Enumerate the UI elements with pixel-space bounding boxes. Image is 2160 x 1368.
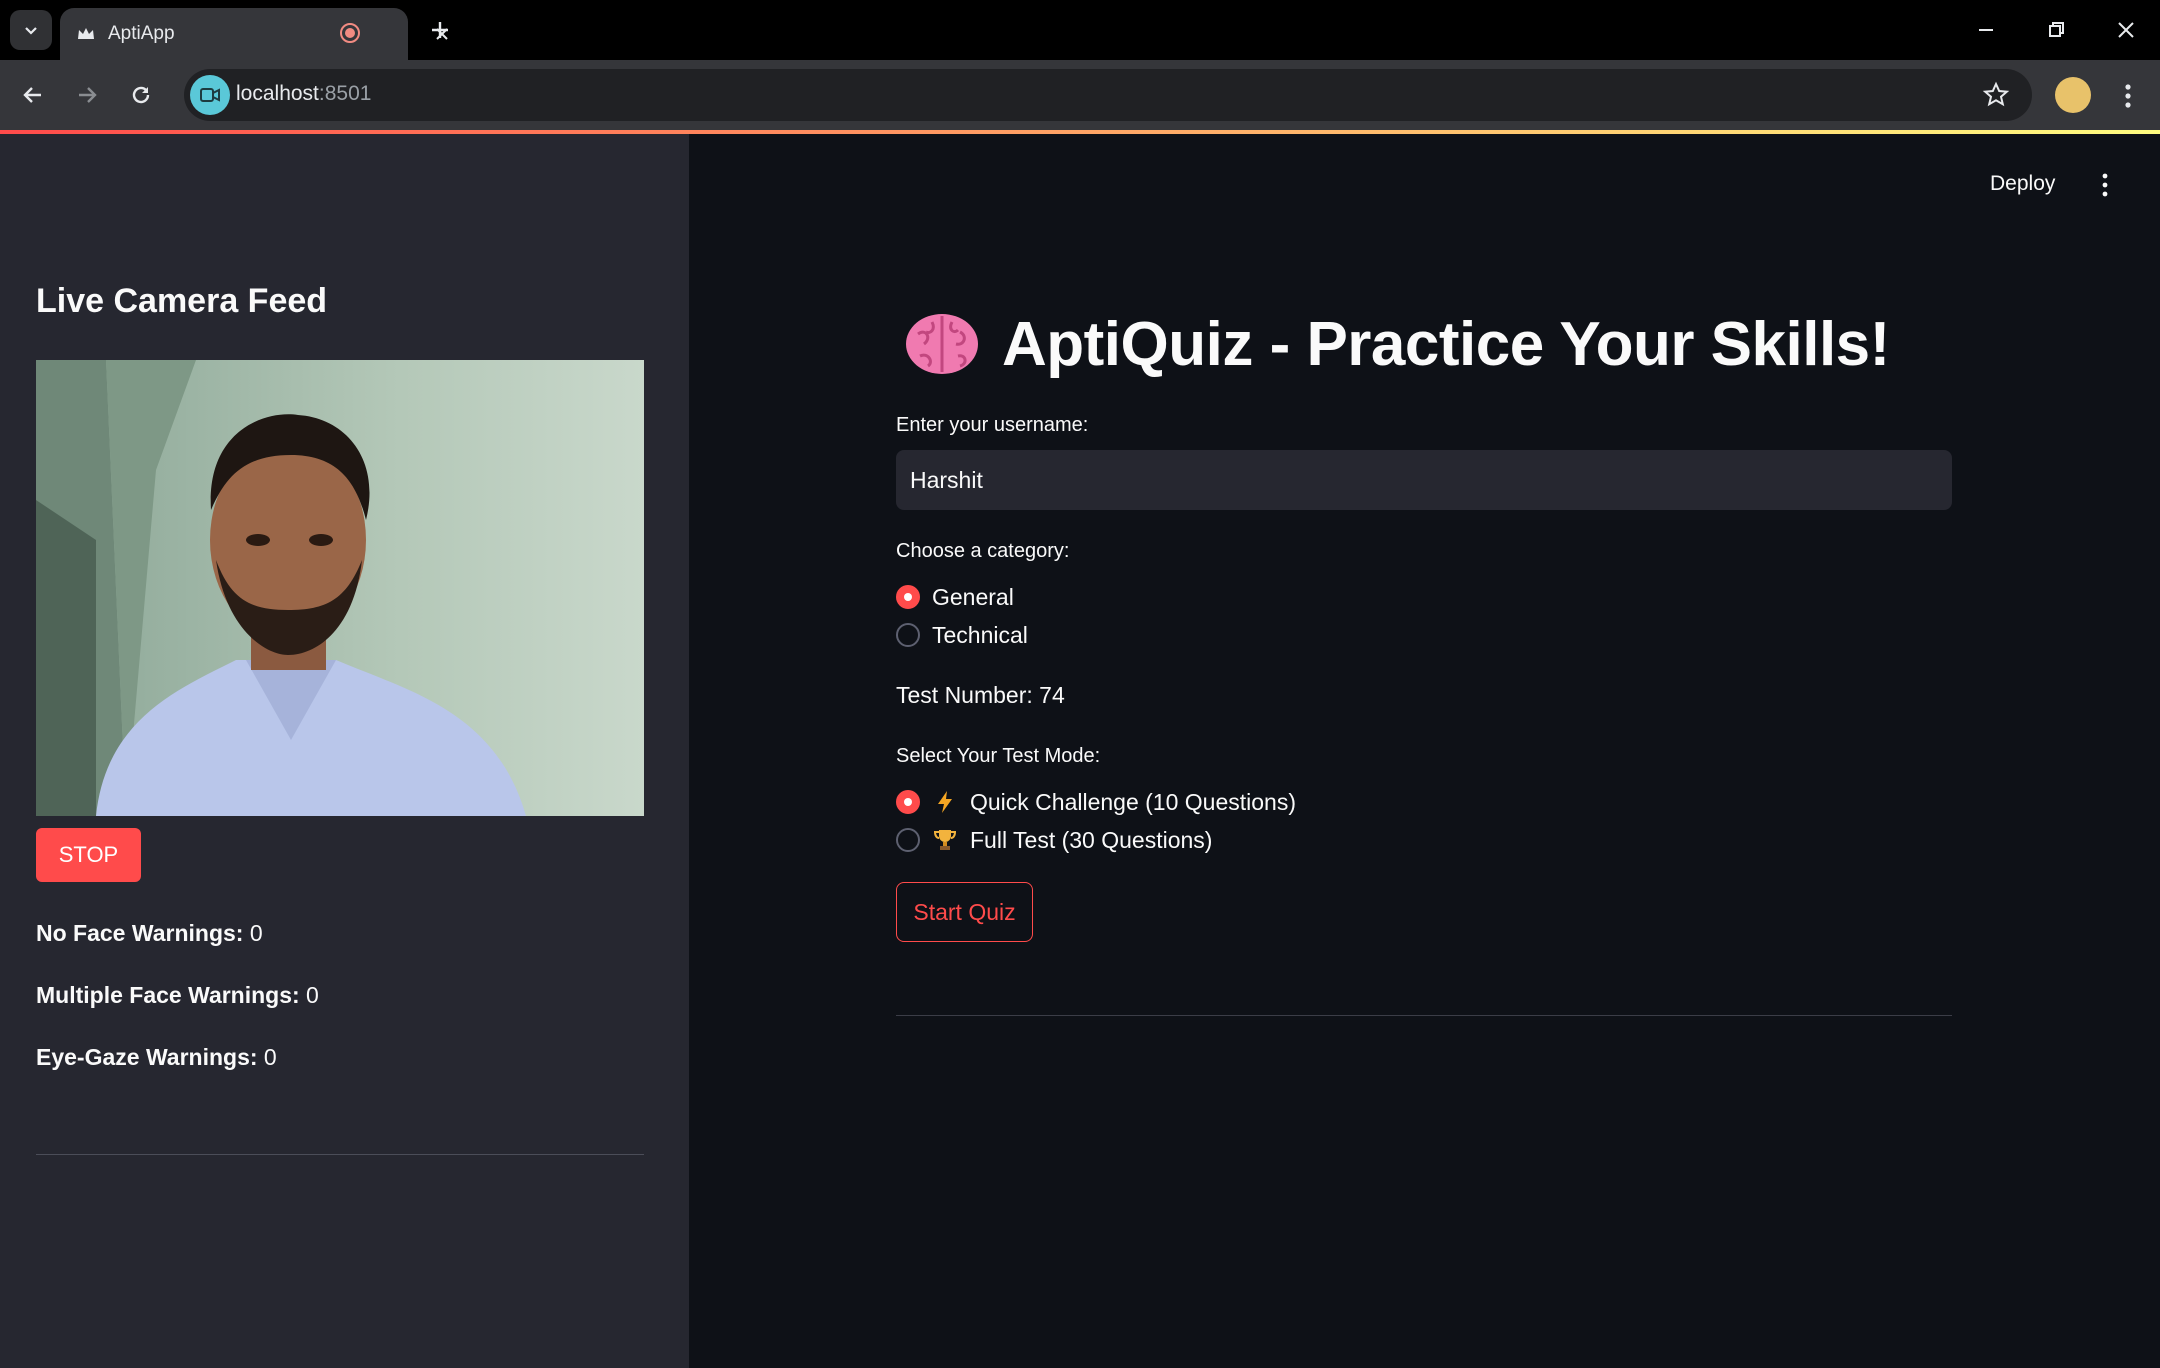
site-info-button[interactable] [190, 75, 230, 115]
tab-search-button[interactable] [10, 10, 52, 50]
tab-title: AptiApp [108, 23, 175, 44]
username-label: Enter your username: [896, 414, 1089, 436]
radio-unselected-icon[interactable] [896, 623, 920, 647]
page-title-row: AptiQuiz - Practice Your Skills! [902, 304, 1890, 384]
radio-label: Quick Challenge (10 Questions) [970, 788, 1296, 815]
radio-label: Technical [932, 621, 1028, 648]
deploy-button[interactable]: Deploy [1990, 172, 2055, 196]
test-number-text: Test Number: 74 [896, 682, 1065, 708]
bookmark-star-icon[interactable] [1982, 81, 2010, 109]
camera-feed [36, 360, 644, 816]
forward-button[interactable] [68, 76, 106, 114]
warning-label: Multiple Face Warnings: [36, 982, 300, 1008]
address-bar[interactable]: localhost:8501 [184, 69, 2032, 121]
crown-favicon-icon [78, 28, 94, 39]
category-radio-general[interactable]: General [896, 582, 1014, 612]
multiple-face-warnings: Multiple Face Warnings: 0 [36, 982, 319, 1009]
warning-label: No Face Warnings: [36, 920, 244, 946]
radio-option: Quick Challenge (10 Questions) [932, 789, 1296, 816]
warning-value: 0 [299, 982, 319, 1008]
category-radio-technical[interactable]: Technical [896, 620, 1028, 650]
sidebar-title: Live Camera Feed [36, 282, 328, 320]
minimize-icon[interactable] [1970, 14, 2002, 46]
browser-toolbar: localhost:8501 [0, 60, 2160, 130]
browser-tab[interactable]: AptiApp [60, 8, 448, 60]
arrow-right-icon [79, 87, 97, 103]
radio-unselected-icon[interactable] [896, 828, 920, 852]
reload-icon [132, 86, 150, 104]
stop-button[interactable]: STOP [36, 828, 141, 882]
profile-avatar[interactable] [2055, 77, 2091, 113]
mode-radio-quick[interactable]: Quick Challenge (10 Questions) [896, 787, 1296, 817]
trophy-icon [933, 830, 957, 850]
radio-selected-icon[interactable] [896, 790, 920, 814]
back-button[interactable] [14, 76, 52, 114]
page-title: AptiQuiz - Practice Your Skills! [1002, 309, 1890, 379]
browser-menu-icon[interactable] [2110, 78, 2146, 114]
no-face-warnings: No Face Warnings: 0 [36, 920, 263, 947]
new-tab-icon[interactable] [424, 14, 456, 46]
recording-icon [340, 23, 360, 43]
radio-option: Full Test (30 Questions) [932, 827, 1212, 854]
url-host: localhost [236, 82, 319, 105]
start-quiz-button[interactable]: Start Quiz [896, 882, 1033, 942]
mode-radio-full[interactable]: Full Test (30 Questions) [896, 825, 1212, 855]
url-port: :8501 [318, 82, 372, 105]
username-input[interactable] [896, 450, 1952, 510]
category-label: Choose a category: [896, 540, 1070, 562]
app-menu-icon[interactable] [2090, 170, 2120, 200]
main-divider [896, 1015, 1952, 1016]
warning-value: 0 [257, 1044, 277, 1070]
test-mode-label: Select Your Test Mode: [896, 745, 1101, 767]
camera-feed-image [36, 360, 644, 816]
brain-icon [906, 314, 978, 374]
sidebar-divider [36, 1154, 644, 1155]
lightning-icon [938, 791, 952, 813]
sidebar: Live Camera Feed STOP No Face Warnings: … [0, 134, 689, 1368]
close-window-icon[interactable] [2110, 14, 2142, 46]
radio-label: Full Test (30 Questions) [970, 826, 1213, 853]
radio-label: General [932, 583, 1014, 610]
warning-value: 0 [243, 920, 263, 946]
browser-tabstrip: AptiApp [0, 0, 2160, 60]
arrow-left-icon [23, 87, 41, 103]
restore-icon[interactable] [2040, 14, 2072, 46]
chevron-down-icon [25, 27, 37, 35]
eye-gaze-warnings: Eye-Gaze Warnings: 0 [36, 1044, 277, 1071]
warning-label: Eye-Gaze Warnings: [36, 1044, 258, 1070]
radio-selected-icon[interactable] [896, 585, 920, 609]
camera-icon [200, 88, 220, 102]
reload-button[interactable] [122, 76, 160, 114]
url-text: localhost:8501 [236, 82, 371, 106]
